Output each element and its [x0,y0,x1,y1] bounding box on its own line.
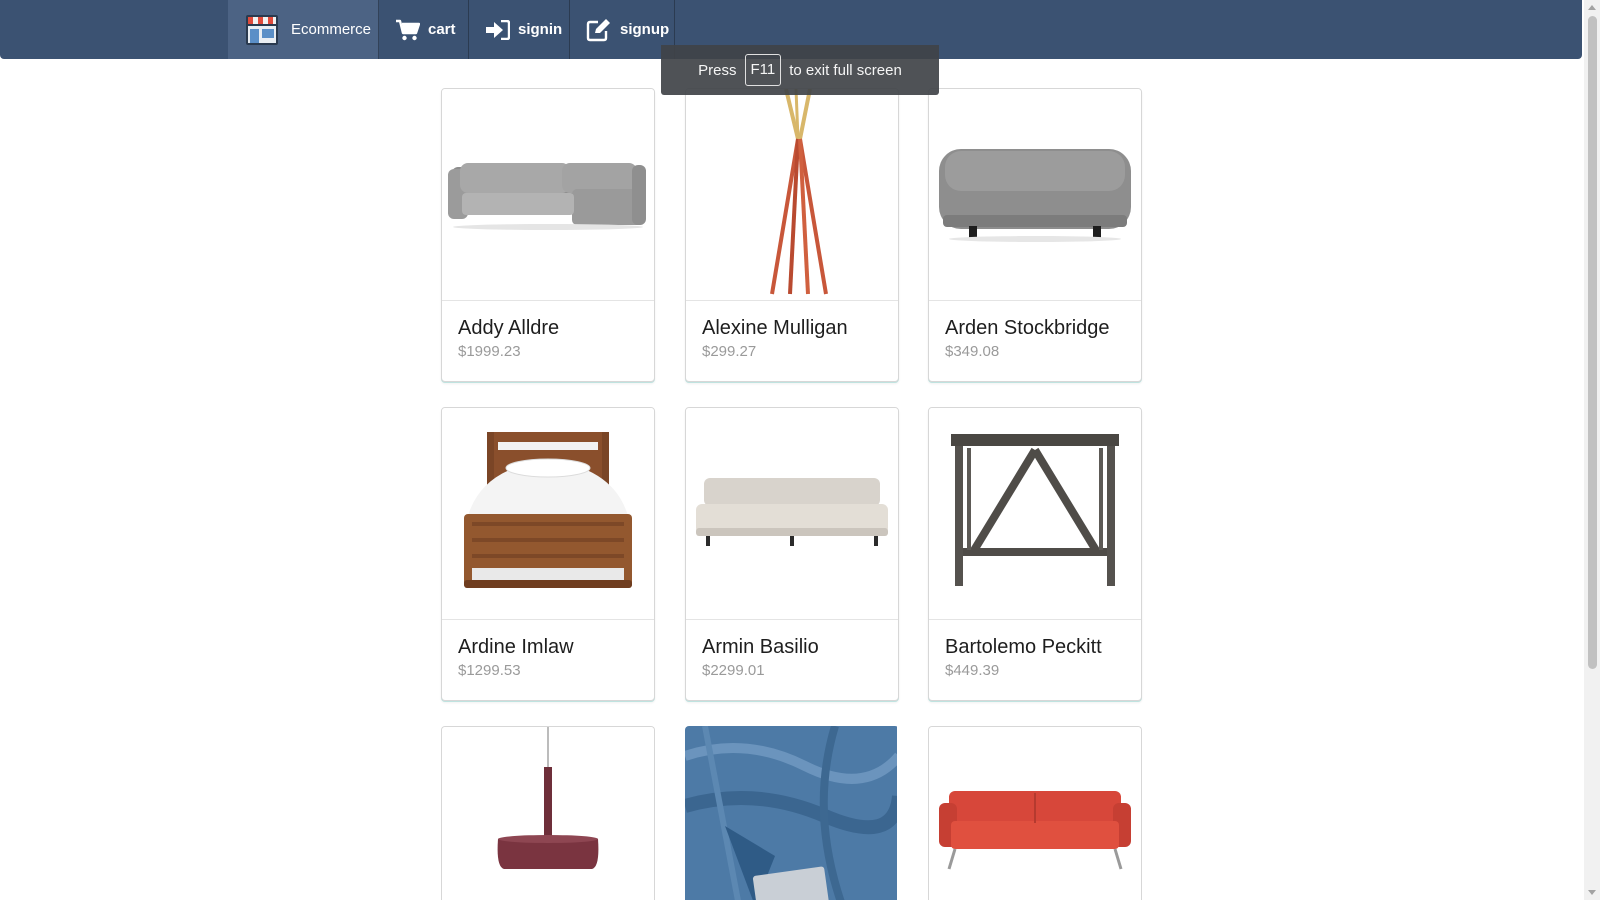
product-price: $449.39 [945,662,1000,679]
product-card[interactable]: Armin Basilio $2299.01 [685,407,899,701]
notice-text-after: to exit full screen [789,61,902,79]
storefront-icon [245,14,279,46]
product-card[interactable]: Bartolemo Peckitt $449.39 [928,407,1142,701]
product-name: Arden Stockbridge [945,317,1110,339]
product-image [442,408,654,620]
product-card[interactable]: Alexine Mulligan $299.27 [685,88,899,382]
nav-signup[interactable]: signup [570,0,675,59]
product-card[interactable] [441,726,655,900]
product-image [929,727,1141,900]
fullscreen-notice: Press F11 to exit full screen [661,45,939,95]
product-price: $1999.23 [458,343,521,360]
product-name: Armin Basilio [702,636,819,658]
scroll-down-arrow[interactable] [1588,890,1596,895]
nav-brand-ecommerce[interactable]: Ecommerce [228,0,379,59]
shopping-cart-icon [396,19,420,41]
cart-label: cart [428,21,456,38]
vertical-scrollbar[interactable] [1584,0,1600,900]
product-image [929,408,1141,620]
product-image [685,726,897,900]
product-card[interactable]: Addy Alldre $1999.23 [441,88,655,382]
signup-label: signup [620,21,670,38]
nav-signin[interactable]: signin [469,0,570,59]
product-price: $349.08 [945,343,1000,360]
product-image [442,89,654,301]
product-image [686,408,898,620]
product-price: $1299.53 [458,662,521,679]
product-card[interactable] [685,726,899,900]
brand-label: Ecommerce [291,21,372,38]
scroll-up-arrow[interactable] [1588,5,1596,10]
signin-label: signin [518,21,563,38]
nav-cart[interactable]: cart [379,0,469,59]
product-price: $2299.01 [702,662,765,679]
scroll-thumb[interactable] [1588,16,1597,669]
product-name: Bartolemo Peckitt [945,636,1102,658]
product-card[interactable]: Ardine Imlaw $1299.53 [441,407,655,701]
product-image [929,89,1141,301]
product-card[interactable] [928,726,1142,900]
product-name: Alexine Mulligan [702,317,848,339]
product-image [442,727,654,900]
f11-key: F11 [744,54,782,86]
product-name: Addy Alldre [458,317,560,339]
product-name: Ardine Imlaw [458,636,574,658]
sign-in-icon [486,19,510,40]
product-image [686,89,898,301]
edit-icon [586,18,612,42]
product-card[interactable]: Arden Stockbridge $349.08 [928,88,1142,382]
notice-text-before: Press [698,61,737,79]
product-price: $299.27 [702,343,757,360]
